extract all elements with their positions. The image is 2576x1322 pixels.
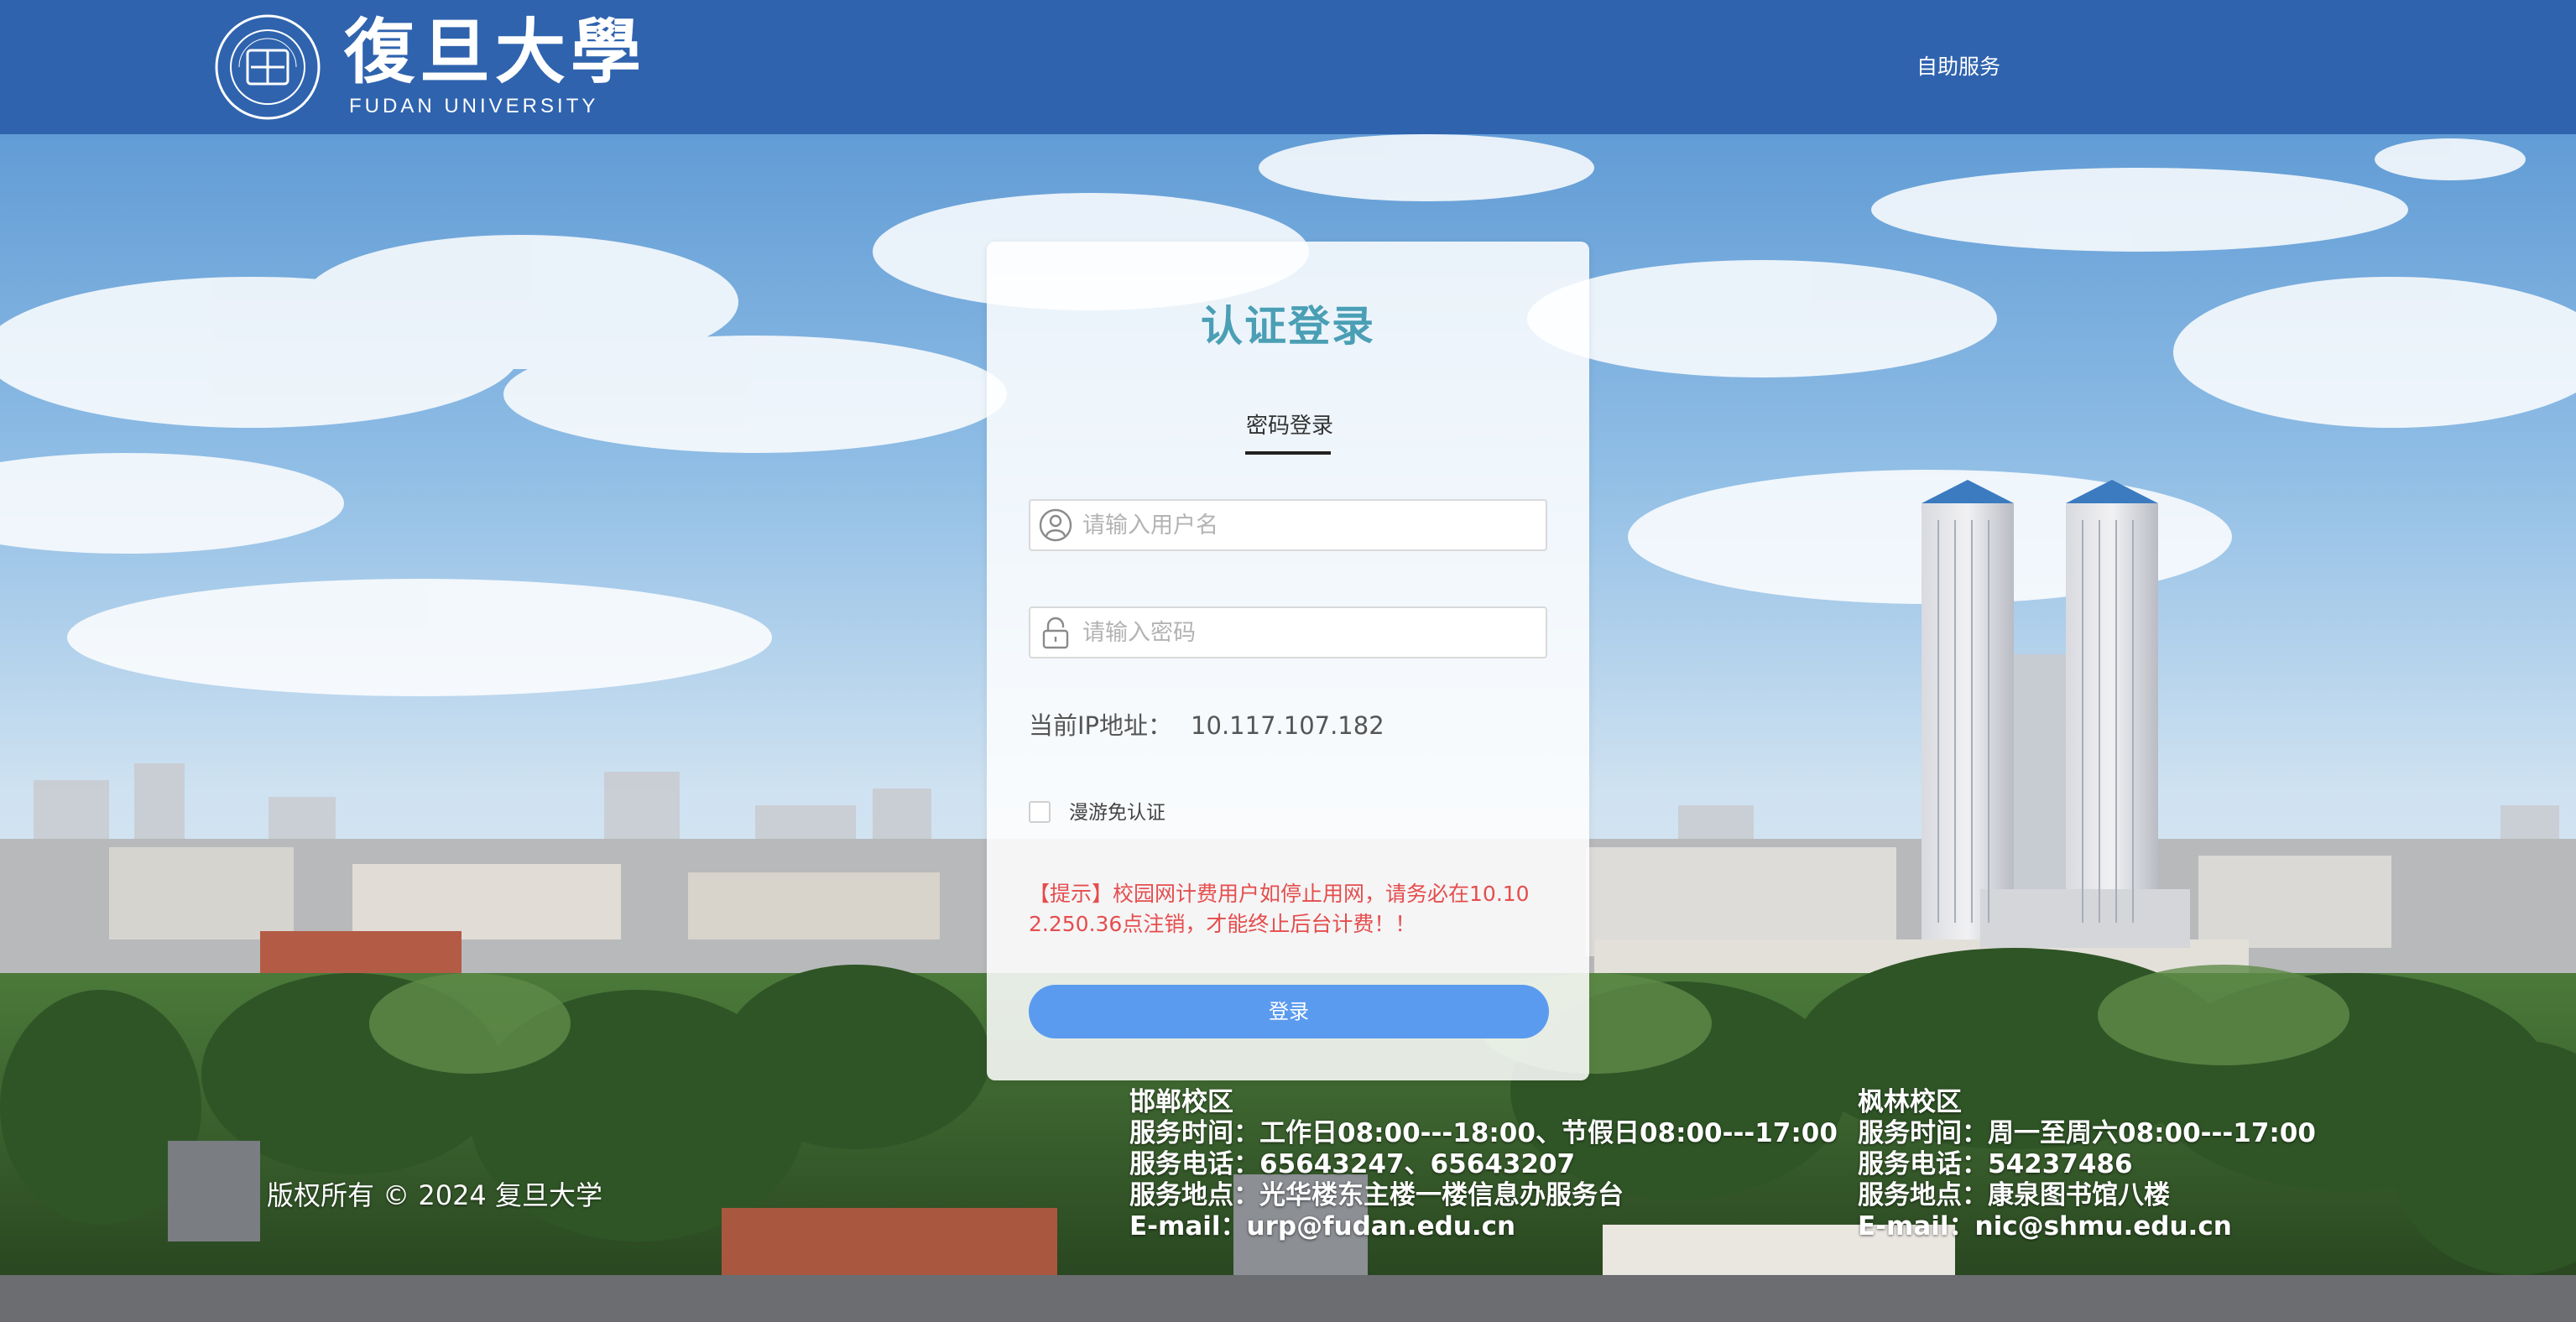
ip-value: 10.117.107.182: [1191, 711, 1384, 740]
campus-name: 邯郸校区: [1129, 1087, 1233, 1117]
login-card: 认证登录 密码登录 当前IP地址： 10.117.107.182 漫游免认证 【提…: [987, 242, 1589, 1080]
logo-english-name: FUDAN UNIVERSITY: [349, 95, 599, 117]
tab-password-login[interactable]: 密码登录: [1246, 409, 1333, 443]
current-ip-row: 当前IP地址： 10.117.107.182: [1029, 708, 1384, 743]
service-hours: 服务时间：周一至周六08:00---17:00: [1858, 1118, 2316, 1148]
university-seal-icon: [215, 14, 321, 120]
roaming-checkbox[interactable]: [1029, 801, 1051, 823]
login-button[interactable]: 登录: [1029, 985, 1549, 1038]
campus-handan-info: 邯郸校区 服务时间：工作日08:00---18:00、节假日08:00---17…: [1129, 1087, 1838, 1242]
service-email: E-mail：nic@shmu.edu.cn: [1858, 1211, 2232, 1241]
campus-fenglin-info: 枫林校区 服务时间：周一至周六08:00---17:00 服务电话：542374…: [1858, 1087, 2316, 1242]
top-header-bar: 復旦大學 FUDAN UNIVERSITY 自助服务: [0, 0, 2576, 134]
user-icon: [1039, 508, 1072, 542]
password-field[interactable]: [1029, 606, 1547, 658]
copyright-text: 版权所有 © 2024 复旦大学: [267, 1179, 602, 1211]
service-phone: 服务电话：65643247、65643207: [1129, 1149, 1576, 1179]
service-location: 服务地点：光华楼东主楼一楼信息办服务台: [1129, 1180, 1624, 1210]
username-input[interactable]: [1082, 501, 1536, 549]
logo-chinese-name: 復旦大學: [344, 10, 647, 93]
roaming-label: 漫游免认证: [1069, 802, 1165, 824]
nav-self-service-link[interactable]: 自助服务: [1916, 52, 2000, 82]
username-field[interactable]: [1029, 499, 1547, 551]
billing-notice: 【提示】校园网计费用户如停止用网，请务必在10.102.250.36点注销，才能…: [1029, 882, 1530, 936]
service-location: 服务地点：康泉图书馆八楼: [1858, 1180, 2170, 1210]
tab-active-underline: [1245, 451, 1331, 455]
lock-icon: [1042, 617, 1069, 649]
ip-label: 当前IP地址：: [1029, 711, 1173, 740]
service-hours: 服务时间：工作日08:00---18:00、节假日08:00---17:00: [1129, 1118, 1838, 1148]
service-phone: 服务电话：54237486: [1858, 1149, 2133, 1179]
service-email: E-mail：urp@fudan.edu.cn: [1129, 1211, 1516, 1241]
campus-name: 枫林校区: [1858, 1087, 1962, 1117]
password-input[interactable]: [1082, 608, 1536, 657]
login-title: 认证登录: [1201, 302, 1375, 351]
